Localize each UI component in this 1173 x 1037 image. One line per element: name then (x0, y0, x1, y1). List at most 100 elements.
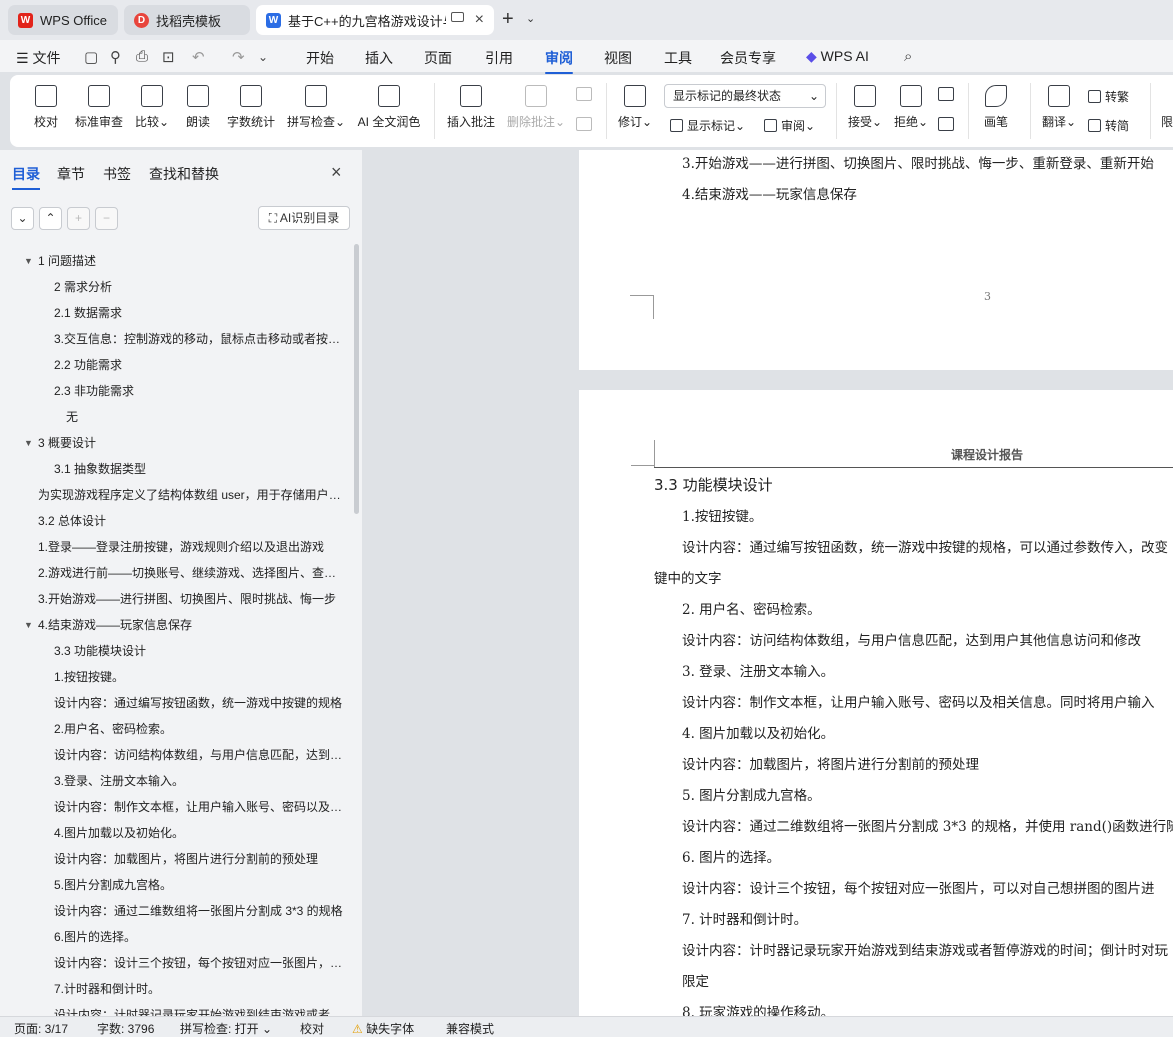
toc-item[interactable]: 2.3 非功能需求 (54, 382, 344, 399)
word-count-button[interactable]: 字数统计 (226, 85, 276, 130)
caret-down-icon[interactable]: ▼ (24, 438, 33, 448)
menu-reference[interactable]: 引用 (485, 48, 513, 68)
toc-item[interactable]: 6.图片的选择。 (54, 928, 344, 945)
close-icon[interactable]: × (331, 162, 342, 183)
toc-item[interactable]: 2 需求分析 (54, 278, 344, 295)
toc-item[interactable]: 2.2 功能需求 (54, 356, 344, 373)
to-traditional-button[interactable]: 转繁 (1088, 88, 1129, 105)
next-change-icon[interactable] (938, 117, 954, 131)
sidebar-scrollbar[interactable] (354, 244, 359, 514)
compare-button[interactable]: 比较⌄ (134, 85, 170, 130)
caret-down-icon[interactable]: ▼ (24, 620, 33, 630)
redo-icon[interactable]: ↷ (232, 48, 245, 66)
toc-item[interactable]: 设计内容：通过编写按钮函数，统一游戏中按键的规格 (54, 694, 344, 711)
toc-item[interactable]: 2.用户名、密码检索。 (54, 720, 344, 737)
reject-button[interactable]: 拒绝⌄ (892, 85, 930, 130)
page-indicator[interactable]: 页面: 3/17 (14, 1020, 68, 1037)
to-simplified-button[interactable]: 转简 (1088, 117, 1129, 134)
ai-polish-label: AI 全文润色 (357, 115, 421, 129)
close-icon[interactable]: × (475, 11, 484, 29)
toc-item[interactable]: 设计内容：设计三个按钮，每个按钮对应一张图片，可以 (54, 954, 344, 971)
more-chevron-icon[interactable]: ⌄ (258, 50, 268, 64)
revise-button[interactable]: 修订⌄ (616, 85, 654, 130)
toc-item[interactable]: 3.2 总体设计 (38, 512, 344, 529)
toc-item[interactable]: 4.结束游戏——玩家信息保存 (38, 616, 338, 633)
proof-status[interactable]: 校对 (300, 1020, 324, 1037)
print-preview-icon[interactable]: ⊡ (162, 48, 175, 66)
tab-find-replace[interactable]: 查找和替换 (149, 164, 219, 184)
toc-item[interactable]: 3.3 功能模块设计 (54, 642, 344, 659)
next-comment-icon[interactable] (576, 117, 592, 131)
new-tab-icon[interactable]: + (502, 8, 514, 31)
tab-document[interactable]: W 基于C++的九宫格游戏设计与 × (256, 5, 494, 35)
menu-page[interactable]: 页面 (424, 48, 452, 68)
menu-start[interactable]: 开始 (306, 48, 334, 68)
toc-item[interactable]: 设计内容：计时器记录玩家开始游戏到结束游戏或者 (54, 1006, 344, 1016)
toc-item[interactable]: 4.图片加载以及初始化。 (54, 824, 344, 841)
std-review-button[interactable]: 标准审查 (74, 85, 124, 130)
spell-check-button[interactable]: 拼写检查⌄ (286, 85, 346, 130)
toc-item[interactable]: 3.1 抽象数据类型 (54, 460, 344, 477)
menu-review[interactable]: 审阅 (545, 48, 573, 74)
translate-button[interactable]: 翻译⌄ (1040, 85, 1078, 130)
display-mode-select[interactable]: 显示标记的最终状态 ⌄ (664, 84, 826, 108)
tab-bookmarks[interactable]: 书签 (103, 164, 131, 184)
accept-button[interactable]: 接受⌄ (846, 85, 884, 130)
file-menu[interactable]: ☰ 文件 (16, 48, 60, 68)
delete-comment-button[interactable]: 删除批注⌄ (506, 85, 566, 130)
menu-tools[interactable]: 工具 (664, 48, 692, 68)
search-icon[interactable]: ⌕ (904, 48, 912, 65)
toc-item[interactable]: 设计内容：加载图片，将图片进行分割前的预处理 (54, 850, 344, 867)
caret-down-icon[interactable]: ▼ (24, 256, 33, 266)
review-pane-button[interactable]: 审阅 ⌄ (764, 117, 815, 134)
toc-item[interactable]: 5.图片分割成九宫格。 (54, 876, 344, 893)
limit-edit-button[interactable]: 限 (1160, 85, 1173, 130)
toc-item[interactable]: 无 (66, 408, 346, 425)
tab-toc[interactable]: 目录 (12, 164, 40, 190)
toc-item[interactable]: 设计内容：通过二维数组将一张图片分割成 3*3 的规格 (54, 902, 344, 919)
toc-item[interactable]: 3 概要设计 (38, 434, 338, 451)
pen-button[interactable]: 画笔 (982, 85, 1010, 130)
toc-item[interactable]: 设计内容：制作文本框，让用户输入账号、密码以及相关 (54, 798, 344, 815)
save-icon[interactable]: ▢ (84, 48, 98, 66)
toc-item[interactable]: 2.游戏进行前——切换账号、继续游戏、选择图片、查看排行榜 (38, 564, 344, 581)
tab-wps-office[interactable]: W WPS Office (8, 5, 118, 35)
word-count-indicator[interactable]: 字数: 3796 (97, 1020, 154, 1037)
toc-item[interactable]: 1 问题描述 (38, 252, 338, 269)
toc-item[interactable]: 3.开始游戏——进行拼图、切换图片、限时挑战、悔一步 (38, 590, 344, 607)
spell-check-toggle[interactable]: 拼写检查: 打开 ⌄ (180, 1020, 272, 1037)
chevron-down-icon[interactable]: ⌄ (526, 12, 535, 25)
tab-docer[interactable]: D 找稻壳模板 (124, 5, 250, 35)
menu-insert[interactable]: 插入 (365, 48, 393, 68)
toc-item[interactable]: 1.登录——登录注册按键，游戏规则介绍以及退出游戏 (38, 538, 344, 555)
prev-comment-icon[interactable] (576, 87, 592, 101)
ai-polish-button[interactable]: AI 全文润色 (356, 85, 422, 130)
collapse-icon[interactable]: ⌄ (11, 207, 34, 230)
wps-ai-menu[interactable]: ◆ WPS AI (806, 48, 869, 65)
toc-item[interactable]: 7.计时器和倒计时。 (54, 980, 344, 997)
expand-icon[interactable]: ⌃ (39, 207, 62, 230)
read-aloud-button[interactable]: 朗读 (184, 85, 212, 130)
missing-font-button[interactable]: ⚠ 缺失字体 (352, 1020, 414, 1037)
menu-view[interactable]: 视图 (604, 48, 632, 68)
show-marks-button[interactable]: 显示标记 ⌄ (670, 117, 745, 134)
toc-item[interactable]: 1.按钮按键。 (54, 668, 344, 685)
toc-item[interactable]: 设计内容：访问结构体数组，与用户信息匹配，达到用户 (54, 746, 344, 763)
proofread-button[interactable]: 校对 (32, 85, 60, 130)
menu-member[interactable]: 会员专享 (720, 48, 776, 68)
monitor-icon[interactable] (451, 12, 464, 22)
tab-chapters[interactable]: 章节 (57, 164, 85, 184)
remove-heading-icon[interactable]: − (95, 207, 118, 230)
share-icon[interactable]: ⚲ (110, 48, 121, 66)
toc-item[interactable]: 为实现游戏程序定义了结构体数组 user，用于存储用户信息 (38, 486, 344, 503)
prev-change-icon[interactable] (938, 87, 954, 101)
toc-item[interactable]: 2.1 数据需求 (54, 304, 344, 321)
show-marks-label: 显示标记 (687, 119, 736, 133)
ai-toc-button[interactable]: ⛶ AI识别目录 (258, 206, 350, 230)
toc-item[interactable]: 3.登录、注册文本输入。 (54, 772, 344, 789)
toc-item[interactable]: 3.交互信息：控制游戏的移动，鼠标点击移动或者按键盘移动 (54, 330, 344, 347)
print-icon[interactable]: ⎙ (136, 48, 148, 65)
undo-icon[interactable]: ↶ (192, 48, 205, 66)
insert-comment-button[interactable]: 插入批注 (446, 85, 496, 130)
add-heading-icon[interactable]: + (67, 207, 90, 230)
